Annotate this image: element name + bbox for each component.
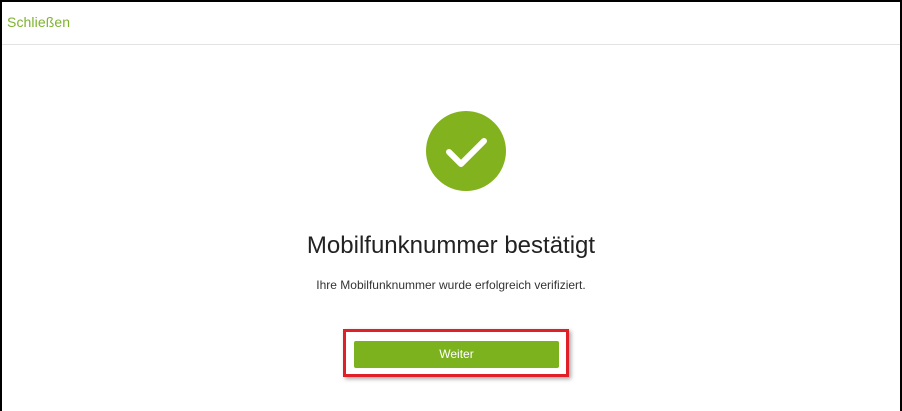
continue-button[interactable]: Weiter [354, 341, 559, 368]
checkmark-icon [446, 138, 487, 167]
verification-dialog: Schließen Mobilfunknummer bestätigt Ihre… [0, 0, 902, 411]
page-title: Mobilfunknummer bestätigt [306, 232, 596, 259]
top-bar: Schließen [2, 2, 900, 45]
status-message: Ihre Mobilfunknummer wurde erfolgreich v… [316, 278, 586, 292]
close-link[interactable]: Schließen [7, 14, 70, 30]
checkmark-circle-icon [426, 111, 506, 191]
